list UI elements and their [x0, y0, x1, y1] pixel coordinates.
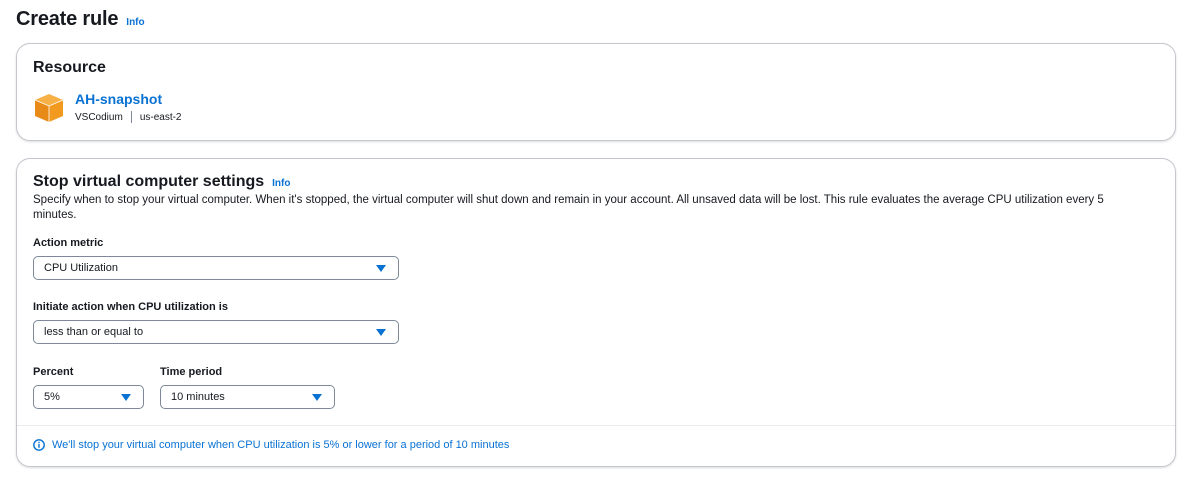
resource-card: Resource AH-snapshot VSCodium us-east-2 [16, 43, 1176, 141]
time-period-label: Time period [160, 366, 223, 378]
settings-info-link[interactable]: Info [272, 178, 290, 189]
caret-down-icon [376, 329, 386, 336]
percent-select[interactable]: 5% [33, 385, 144, 409]
resource-name-link[interactable]: AH-snapshot [75, 91, 182, 107]
page-info-link[interactable]: Info [126, 17, 144, 28]
condition-label: Initiate action when CPU utilization is [33, 301, 228, 313]
caret-down-icon [376, 265, 386, 272]
action-metric-select[interactable]: CPU Utilization [33, 256, 399, 280]
resource-region: us-east-2 [139, 111, 182, 123]
condition-select[interactable]: less than or equal to [33, 320, 399, 344]
action-metric-value: CPU Utilization [44, 262, 118, 274]
caret-down-icon [312, 394, 322, 401]
resource-meta: VSCodium us-east-2 [75, 111, 182, 123]
settings-description: Specify when to stop your virtual comput… [33, 194, 1104, 221]
cube-icon [34, 94, 64, 122]
resource-blueprint: VSCodium [75, 111, 123, 123]
settings-heading: Stop virtual computer settings [33, 173, 265, 190]
settings-card: Stop virtual computer settings Info Spec… [16, 158, 1176, 467]
meta-divider [130, 111, 132, 123]
caret-down-icon [121, 394, 131, 401]
info-circle-icon [33, 439, 45, 451]
condition-value: less than or equal to [44, 326, 144, 338]
footer-divider [17, 425, 1175, 426]
settings-header: Stop virtual computer settings Info [33, 173, 290, 191]
percent-value: 5% [44, 391, 60, 403]
resource-heading: Resource [33, 59, 106, 76]
action-metric-label: Action metric [33, 237, 104, 249]
percent-label: Percent [33, 366, 74, 378]
time-period-value: 10 minutes [171, 391, 225, 403]
page-header: Create rule Info [16, 8, 145, 31]
summary-text: We'll stop your virtual computer when CP… [52, 439, 510, 451]
resource-details: AH-snapshot VSCodium us-east-2 [75, 91, 182, 123]
resource-row: AH-snapshot VSCodium us-east-2 [33, 91, 182, 123]
summary-info: We'll stop your virtual computer when CP… [33, 439, 509, 451]
time-period-select[interactable]: 10 minutes [160, 385, 335, 409]
page-title: Create rule [16, 8, 119, 30]
